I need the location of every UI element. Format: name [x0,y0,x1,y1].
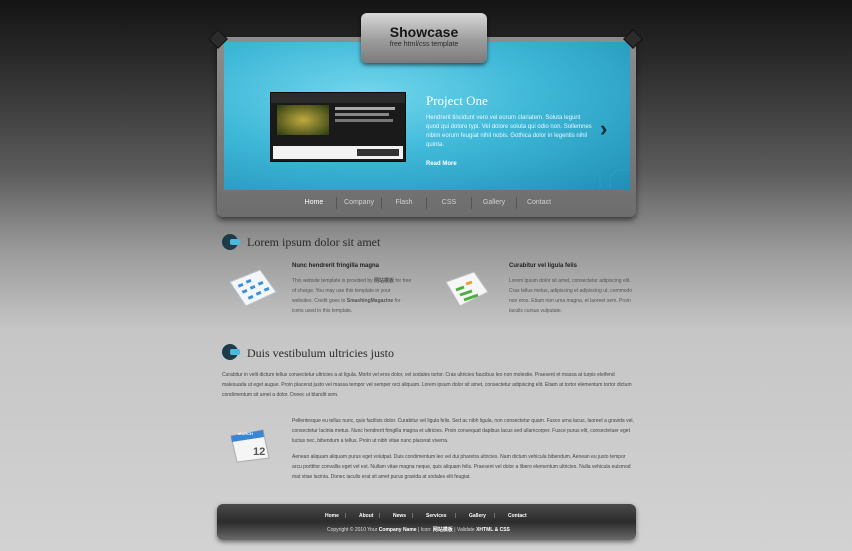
footer-divider: | [494,513,496,519]
footer: Home | About | News | Services | Gallery… [217,504,636,540]
section-bullet-icon [222,344,240,360]
brand-link[interactable]: 网站模板 [374,278,394,284]
section2-paragraph-1: Pellentesque eu tellus nunc, quis facili… [292,418,634,444]
screenshot-button [357,149,399,156]
header-tab: Showcase free html/css template [361,13,487,63]
footer-divider: | [412,513,414,519]
featured-slider: Project One Hendrerit tincidunt vero vel… [224,42,630,190]
main-nav: Home Company Flash CSS Gallery Contact [292,193,562,213]
footer-link-gallery[interactable]: Gallery [469,513,486,519]
footer-divider: | [345,513,347,519]
project-description: Hendrerit tincidunt vero vel eorum clari… [426,115,592,148]
copyright-suffix: | Validate [452,527,477,533]
nav-home[interactable]: Home [292,193,336,213]
icon-credit-link[interactable]: 网站模板 [433,527,453,533]
company-name-link[interactable]: Company Name [379,527,417,533]
copyright: Copyright © 2010 Your Company Name | Ico… [327,526,510,533]
credit-link[interactable]: SmashingMagazine [347,298,393,304]
footer-link-services[interactable]: Services [426,513,447,519]
copyright-prefix: Copyright © 2010 Your [327,527,379,533]
footer-link-contact[interactable]: Contact [508,513,527,519]
section2-heading: Duis vestibulum ultricies justo [247,346,394,360]
section1-heading: Lorem ipsum dolor sit amet [247,235,381,249]
section2-intro: Curabitur in velit dictum tellus consect… [222,372,632,398]
validate-link[interactable]: XHTML & CSS [476,527,510,533]
document-icon [229,269,277,307]
feature-right-text: Lorem ipsum dolor sit amet, consectetur … [509,278,633,314]
section2-paragraph-2: Aenean aliquam aliquam purus eget volutp… [292,454,631,480]
read-more-link[interactable]: Read More [426,161,457,167]
nav-gallery[interactable]: Gallery [472,193,516,213]
footer-divider: | [455,513,457,519]
screenshot-text-line [335,107,395,110]
circuit-decoration-icon [597,159,630,188]
chart-document-icon [445,271,489,307]
feature-left-text-a: This website template is provided by [292,278,374,284]
calendar-month: MARCH [238,431,253,436]
nav-flash[interactable]: Flash [382,193,426,213]
feature-right-title: Curabitur vel ligula felis [509,263,578,269]
chevron-right-icon[interactable]: › [600,116,607,142]
feature-left-title: Nunc hendrerit fringilla magna [292,263,380,269]
feature-left-text: This website template is provided by 网站模… [292,276,412,316]
screenshot-text-line [335,119,393,122]
nav-company[interactable]: Company [337,193,381,213]
footer-divider: | [379,513,381,519]
footer-link-about[interactable]: About [359,513,373,519]
section-bullet-icon [222,234,240,250]
screenshot-text-line [335,113,389,116]
site-subtitle: free html/css template [389,41,459,48]
project-title: Project One [426,93,488,108]
screenshot-header [271,93,405,103]
project-screenshot[interactable] [270,92,406,162]
screenshot-image [277,105,329,135]
calendar-day: 12 [253,446,266,458]
footer-link-home[interactable]: Home [325,513,339,519]
nav-css[interactable]: CSS [427,193,471,213]
site-title[interactable]: Showcase [361,24,487,40]
nav-contact[interactable]: Contact [517,193,561,213]
copyright-mid: | Icon: [416,527,433,533]
footer-link-news[interactable]: News [393,513,406,519]
